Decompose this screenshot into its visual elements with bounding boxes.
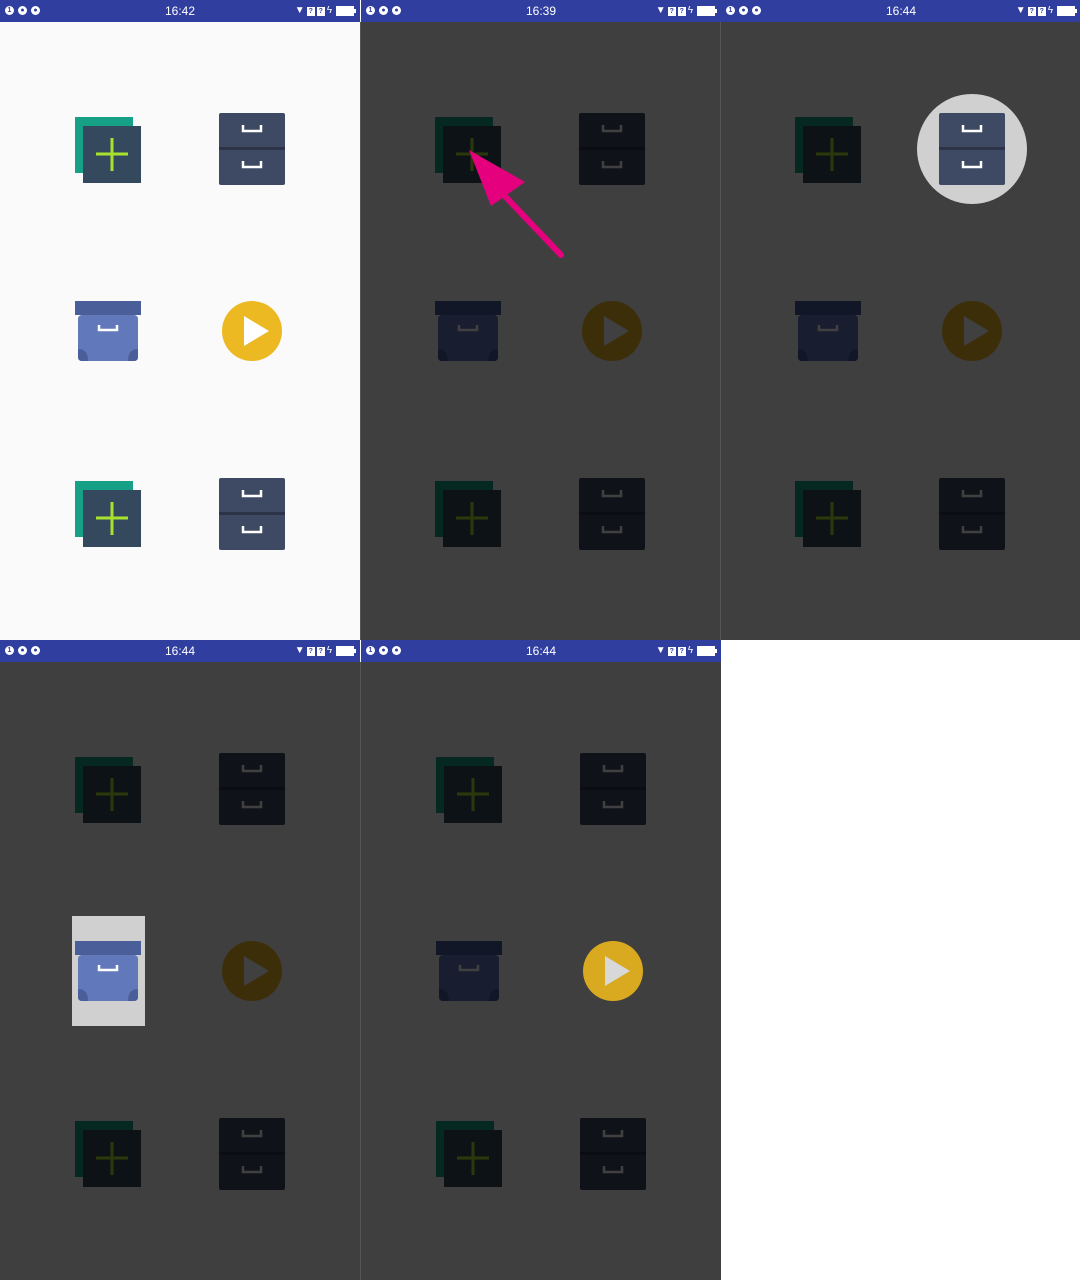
status-indicators: ▼ ? ? ϟ: [655, 645, 717, 657]
wifi-icon: ▼: [294, 5, 305, 16]
charging-icon: ϟ: [326, 645, 332, 656]
add-item-icon[interactable]: [75, 117, 141, 183]
dim-overlay: [721, 22, 1080, 640]
status-bar: 1 ● ● 16:44 ▼ ? ? ϟ: [361, 640, 721, 662]
screenshot-panel-4: 1 ● ● 16:44 ▼ ? ? ϟ: [0, 640, 360, 1280]
screenshot-panel-2: 1 ● ● 16:39 ▼ ? ? ϟ: [361, 0, 721, 640]
play-icon[interactable]: [583, 941, 643, 1001]
screenshot-panel-5: 1 ● ● 16:44 ▼ ? ? ϟ: [361, 640, 721, 1280]
sim-signal-icon: ?: [677, 646, 686, 656]
wifi-icon: ▼: [1015, 5, 1026, 16]
sim-signal-icon: ?: [316, 6, 325, 16]
charging-icon: ϟ: [1047, 5, 1053, 16]
app-canvas: [0, 22, 360, 640]
add-item-icon[interactable]: [75, 481, 141, 547]
panel-divider: [360, 662, 361, 1280]
charging-icon: ϟ: [326, 5, 332, 16]
sim-signal-icon: ?: [306, 646, 315, 656]
battery-icon: [336, 646, 356, 656]
file-cabinet-icon[interactable]: [939, 113, 1005, 185]
wifi-icon: ▼: [655, 645, 666, 656]
status-indicators: ▼ ? ? ϟ: [294, 5, 356, 17]
status-bar: 1 ● ● 16:42 ▼ ? ? ϟ: [0, 0, 360, 22]
dim-overlay: [361, 662, 721, 1280]
status-indicators: ▼ ? ? ϟ: [1015, 5, 1077, 17]
sim-signal-icon: ?: [1037, 6, 1046, 16]
sim-signal-icon: ?: [667, 646, 676, 656]
screenshot-panel-3: 1 ● ● 16:44 ▼ ? ? ϟ: [721, 0, 1080, 640]
pointer-arrow-icon: [469, 150, 564, 258]
file-cabinet-icon[interactable]: [219, 113, 285, 185]
archive-box-icon[interactable]: [75, 941, 141, 1003]
charging-icon: ϟ: [687, 645, 693, 656]
sim-signal-icon: ?: [316, 646, 325, 656]
battery-icon: [1057, 6, 1077, 16]
status-bar: 1 ● ● 16:44 ▼ ? ? ϟ: [721, 0, 1080, 22]
sim-signal-icon: ?: [1027, 6, 1036, 16]
play-icon[interactable]: [222, 301, 282, 361]
sim-signal-icon: ?: [306, 6, 315, 16]
file-cabinet-icon[interactable]: [219, 478, 285, 550]
status-bar: 1 ● ● 16:44 ▼ ? ? ϟ: [0, 640, 360, 662]
battery-icon: [336, 6, 356, 16]
archive-box-icon[interactable]: [75, 301, 141, 363]
dim-overlay: [0, 662, 360, 1280]
panel-divider: [720, 22, 721, 640]
status-indicators: ▼ ? ? ϟ: [294, 645, 356, 657]
screenshot-panel-1: 1 ● ● 16:42 ▼ ? ? ϟ: [0, 0, 360, 640]
battery-icon: [697, 646, 717, 656]
wifi-icon: ▼: [294, 645, 305, 656]
panel-divider: [360, 22, 361, 640]
